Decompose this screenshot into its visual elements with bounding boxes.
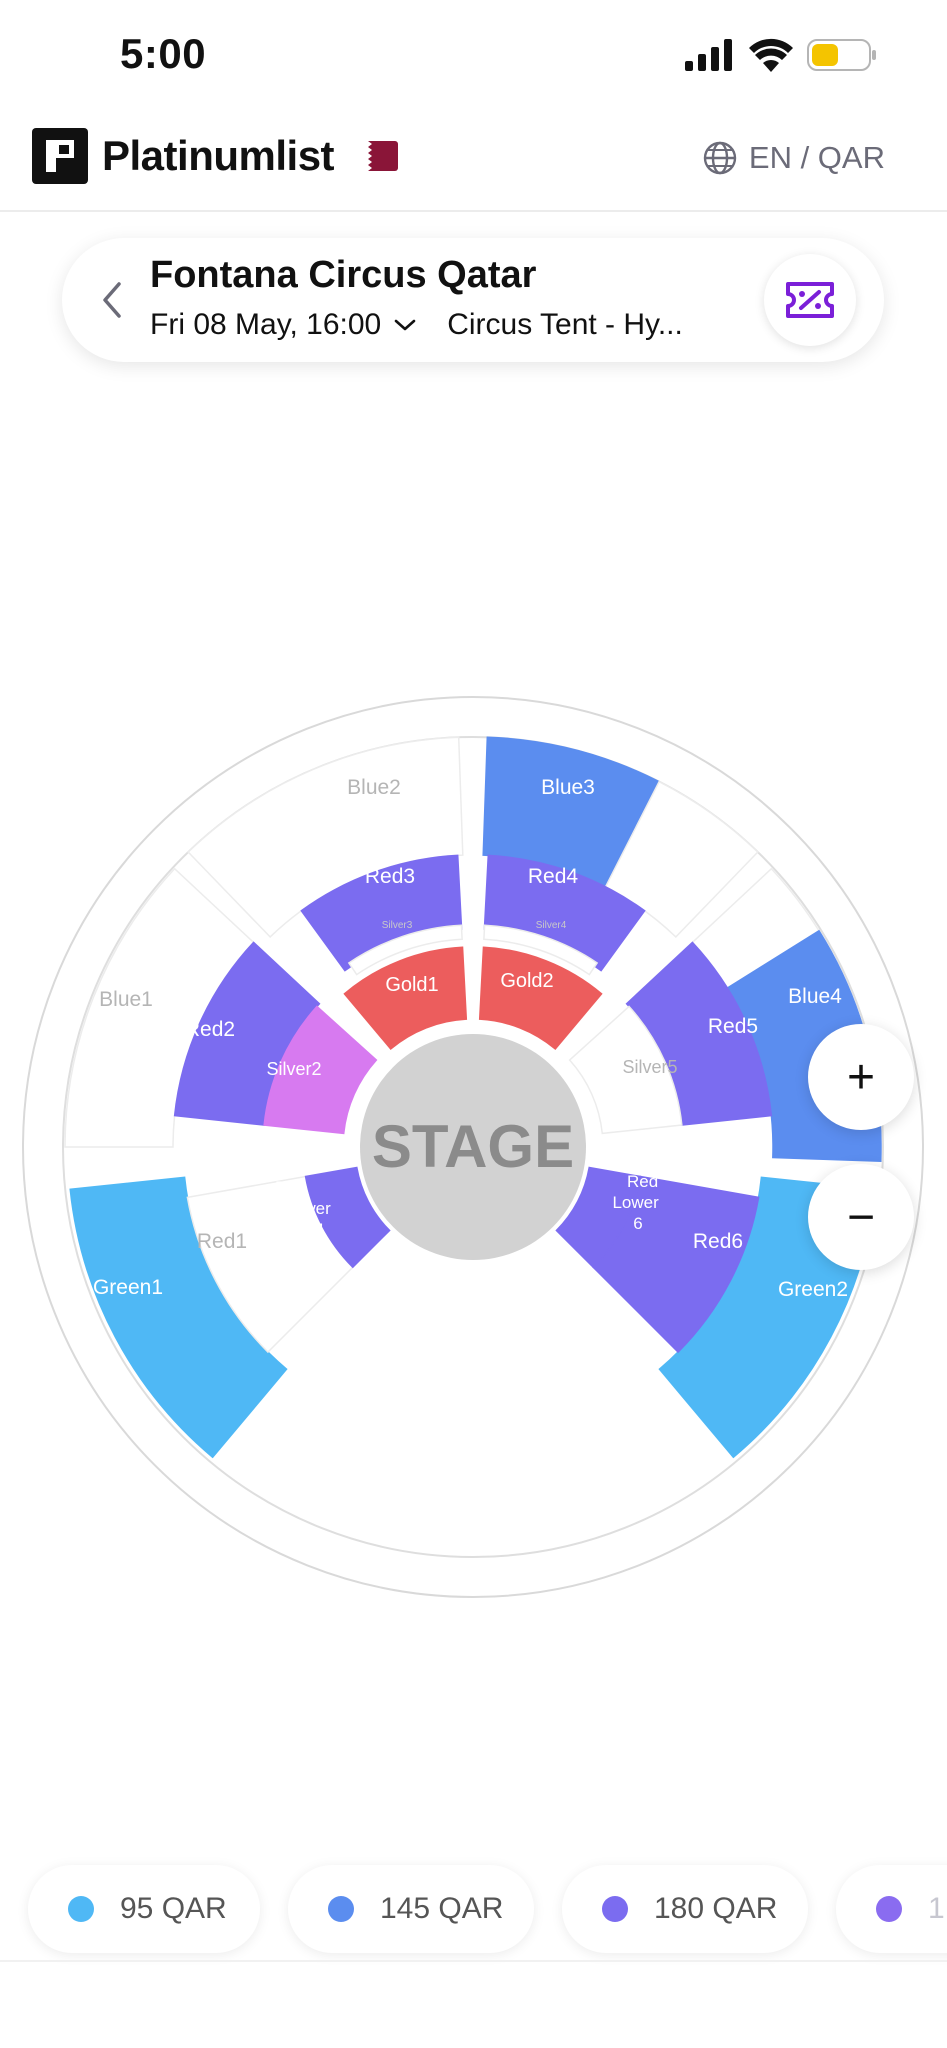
section-label-red5: Red5 bbox=[708, 1015, 758, 1038]
section-label-gold2: Gold2 bbox=[500, 970, 553, 992]
ticket-icon bbox=[786, 282, 834, 318]
chevron-left-icon bbox=[103, 282, 121, 318]
price-filter-180[interactable]: 180 QAR bbox=[562, 1865, 808, 1953]
globe-icon bbox=[703, 141, 737, 175]
event-title: Fontana Circus Qatar bbox=[150, 254, 537, 296]
price-color-dot bbox=[602, 1896, 628, 1922]
red-lower6-line3: 6 bbox=[633, 1214, 642, 1233]
tickets-button[interactable] bbox=[764, 254, 856, 346]
minus-icon: − bbox=[846, 1190, 876, 1244]
app-header: Platinumlist EN / QAR bbox=[0, 110, 947, 212]
zoom-out-button[interactable]: − bbox=[808, 1164, 914, 1270]
price-label: 95 QAR bbox=[120, 1892, 227, 1925]
section-label-silver5: Silver5 bbox=[622, 1057, 677, 1077]
section-label-blue1: Blue1 bbox=[99, 988, 153, 1011]
event-subtitle: Fri 08 May, 16:00 Circus Tent - Hy... bbox=[150, 308, 683, 342]
section-label-blue3: Blue3 bbox=[541, 776, 595, 799]
back-button[interactable] bbox=[88, 274, 136, 326]
event-venue: Circus Tent - Hy... bbox=[447, 308, 683, 341]
red-lower1-line3: 1 bbox=[316, 1220, 325, 1239]
event-date-selector[interactable]: Fri 08 May, 16:00 bbox=[150, 308, 381, 342]
red-lower1-line1: Red bbox=[275, 1178, 306, 1197]
stage-label: STAGE bbox=[372, 1113, 574, 1180]
section-label-red1: Red1 bbox=[197, 1230, 247, 1253]
language-currency-selector[interactable]: EN / QAR bbox=[703, 140, 885, 176]
brand-logo[interactable]: Platinumlist bbox=[32, 128, 399, 184]
status-bar: 5:00 bbox=[0, 0, 947, 110]
price-color-dot bbox=[876, 1896, 902, 1922]
red-lower1-line2: Lower bbox=[284, 1199, 331, 1218]
section-label-green1: Green1 bbox=[93, 1276, 163, 1299]
price-label: 180 QAR bbox=[654, 1892, 778, 1925]
price-label: 145 QAR bbox=[380, 1892, 504, 1925]
qatar-flag-icon bbox=[354, 141, 399, 171]
status-icons bbox=[685, 38, 877, 72]
price-filter-145[interactable]: 145 QAR bbox=[288, 1865, 534, 1953]
price-filter-95[interactable]: 95 QAR bbox=[28, 1865, 260, 1953]
price-label: 1 bbox=[928, 1892, 945, 1925]
plus-icon: + bbox=[846, 1050, 876, 1104]
chevron-down-icon[interactable] bbox=[393, 317, 417, 333]
red-lower6-line1: Red bbox=[627, 1172, 658, 1191]
section-label-blue4: Blue4 bbox=[788, 985, 842, 1008]
event-info-card: Fontana Circus Qatar Fri 08 May, 16:00 C… bbox=[62, 238, 884, 362]
section-label-blue2: Blue2 bbox=[347, 776, 401, 799]
platinumlist-logo-icon bbox=[32, 128, 88, 184]
price-legend[interactable]: 95 QAR 145 QAR 180 QAR 1 bbox=[0, 1845, 947, 1965]
section-label-silver4: Silver4 bbox=[536, 920, 567, 931]
zoom-in-button[interactable]: + bbox=[808, 1024, 914, 1130]
section-label-red3: Red3 bbox=[365, 865, 415, 888]
cellular-signal-icon bbox=[685, 39, 732, 71]
section-label-red4: Red4 bbox=[528, 865, 579, 888]
price-color-dot bbox=[68, 1896, 94, 1922]
brand-name: Platinumlist bbox=[102, 132, 335, 179]
price-color-dot bbox=[328, 1896, 354, 1922]
seat-map[interactable]: STAGE Blue1 Blue2 Blue3 Blue4 Red1 Red2 … bbox=[0, 690, 947, 1600]
red-lower6-line2: Lower bbox=[612, 1193, 659, 1212]
battery-icon bbox=[807, 39, 876, 71]
bottom-divider bbox=[0, 1960, 947, 1962]
section-label-gold1: Gold1 bbox=[385, 974, 438, 996]
price-filter-more[interactable]: 1 bbox=[836, 1865, 947, 1953]
status-time: 5:00 bbox=[120, 30, 207, 77]
language-currency-label: EN / QAR bbox=[748, 140, 885, 175]
section-label-red6: Red6 bbox=[693, 1230, 743, 1253]
section-label-green2: Green2 bbox=[778, 1278, 848, 1301]
wifi-icon bbox=[749, 38, 793, 72]
section-label-silver2: Silver2 bbox=[266, 1059, 321, 1079]
section-label-red2: Red2 bbox=[185, 1018, 235, 1041]
section-label-silver3: Silver3 bbox=[382, 920, 413, 931]
